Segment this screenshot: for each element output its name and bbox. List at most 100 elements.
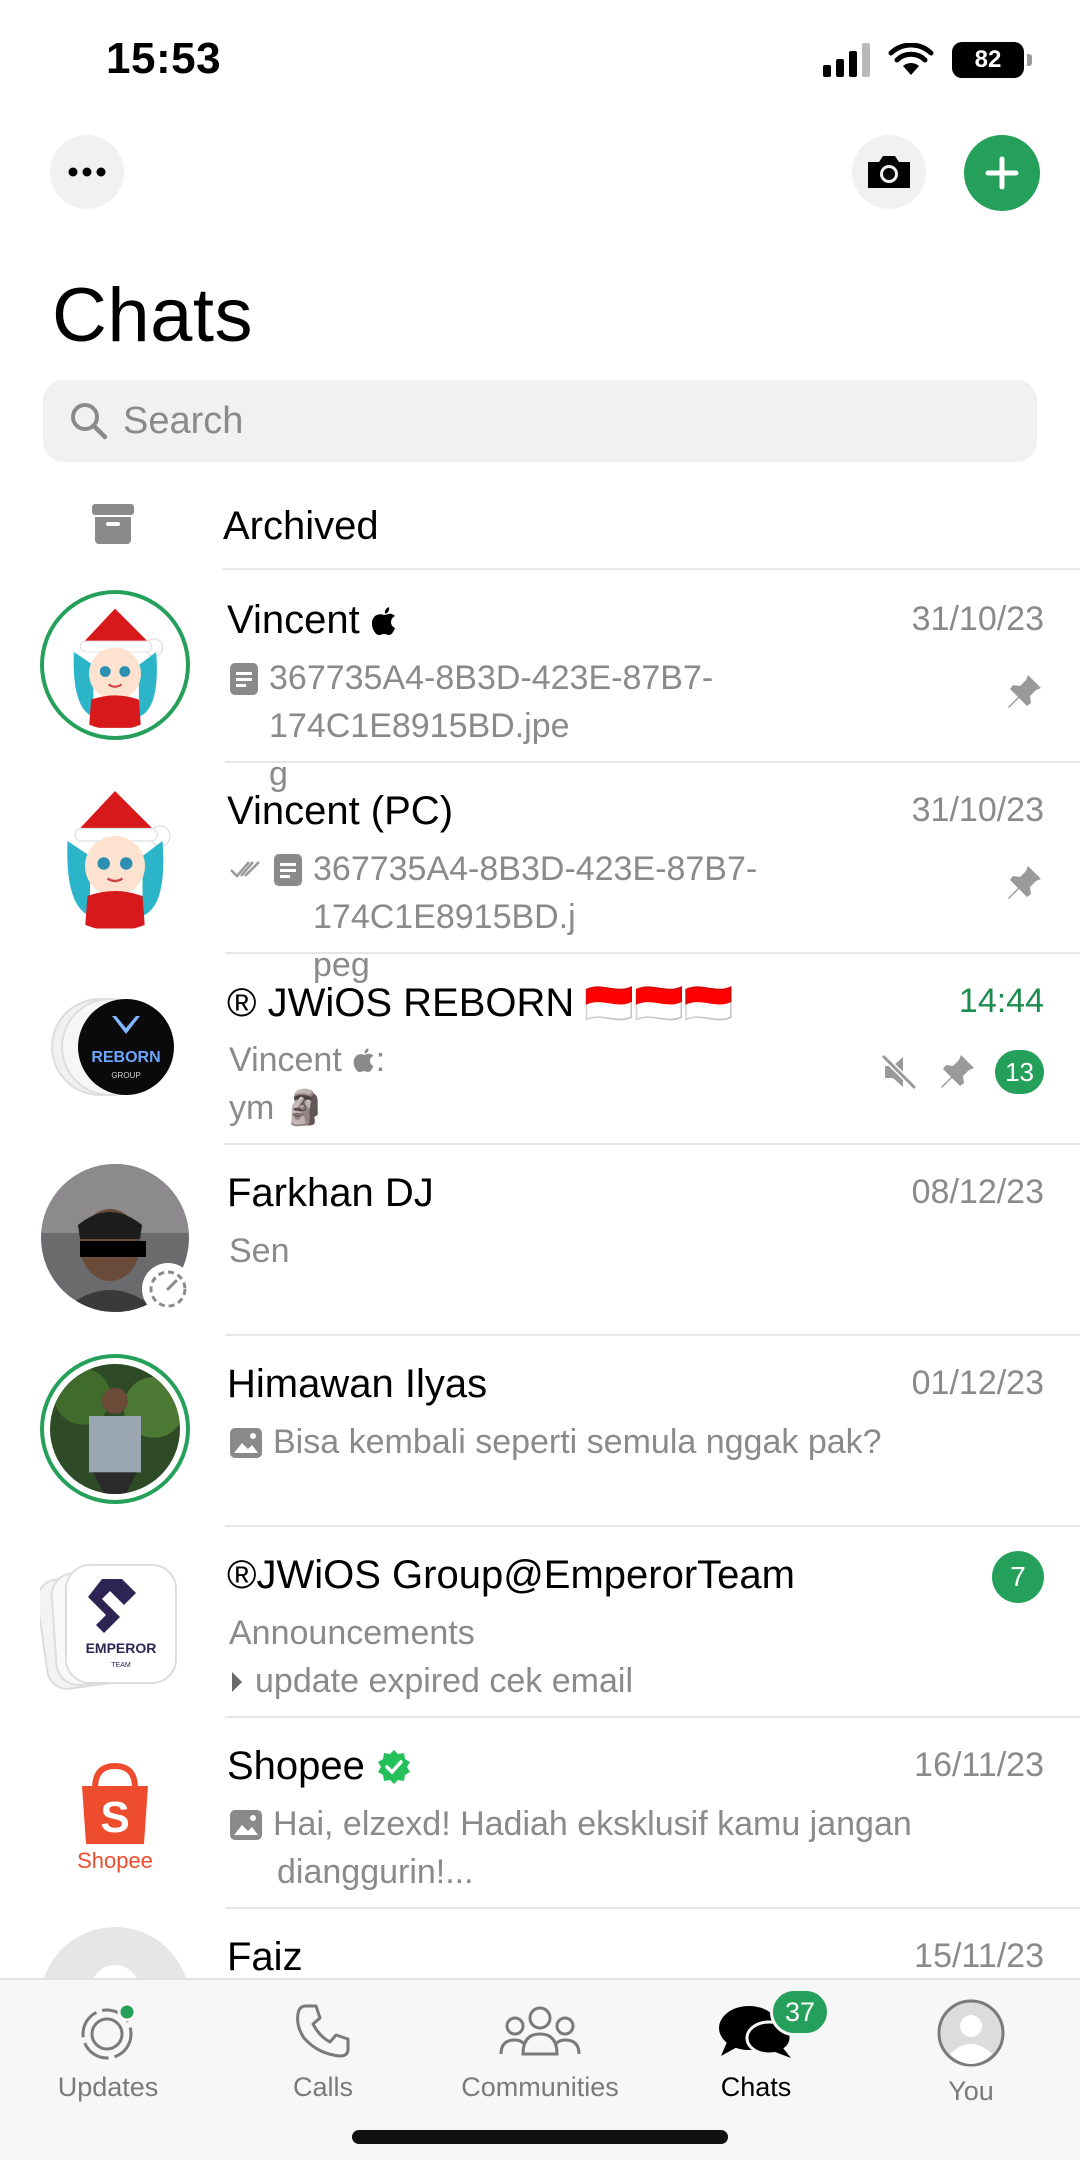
chat-name: Vincent (PC): [227, 789, 454, 833]
row-indicators: 7: [992, 1551, 1044, 1603]
plus-icon: [985, 156, 1019, 190]
chat-name: Farkhan DJ: [227, 1171, 434, 1215]
apple-logo-icon: [371, 606, 395, 635]
search-input[interactable]: Search: [43, 380, 1037, 462]
shopee-logo: S Shopee: [40, 1736, 190, 1886]
chat-name: Shopee: [227, 1744, 413, 1789]
archived-row[interactable]: Archived: [0, 484, 1080, 570]
new-chat-button[interactable]: [964, 135, 1040, 211]
svg-text:S: S: [100, 1793, 129, 1842]
chat-timestamp: 01/12/23: [911, 1364, 1044, 1402]
verified-badge-icon: [377, 1749, 410, 1784]
wifi-icon: [888, 43, 934, 75]
archived-label: Archived: [223, 504, 379, 548]
chat-name: Vincent: [227, 598, 398, 643]
chat-row-jwios-reborn[interactable]: REBORN GROUP ® JWiOS REBORN 🇮🇩🇮🇩🇮🇩 14:44…: [0, 954, 1080, 1145]
chat-timestamp: 31/10/23: [911, 600, 1044, 638]
chat-preview: Announcements update expired cek email: [229, 1609, 999, 1705]
status-bar: 15:53 82: [0, 0, 1080, 120]
avatar[interactable]: [40, 1927, 190, 1978]
svg-text:Shopee: Shopee: [77, 1848, 153, 1873]
avatar[interactable]: S Shopee: [40, 1736, 190, 1886]
chat-name: Faiz: [227, 1935, 303, 1978]
svg-text:REBORN: REBORN: [91, 1049, 160, 1066]
tab-communities[interactable]: Communities: [440, 1998, 640, 2103]
avatar[interactable]: [40, 781, 190, 931]
chat-timestamp: 16/11/23: [914, 1746, 1044, 1784]
chat-name: ®JWiOS Group@EmperorTeam: [227, 1553, 795, 1597]
chat-timestamp: 14:44: [958, 982, 1044, 1020]
document-icon: [274, 854, 302, 886]
chat-name: Himawan Ilyas: [227, 1362, 488, 1406]
communities-icon: [499, 2006, 581, 2056]
chat-timestamp: 08/12/23: [911, 1173, 1044, 1211]
avatar[interactable]: [40, 590, 190, 740]
top-actions: [0, 135, 1080, 215]
tab-label: Chats: [720, 2072, 792, 2102]
community-avatar[interactable]: REBORN GROUP: [40, 972, 190, 1122]
chat-row-shopee[interactable]: S Shopee Shopee 16/11/23 Hai, elzexd! Ha…: [0, 1718, 1080, 1909]
more-options-button[interactable]: [50, 135, 124, 209]
profile-photo: [50, 1364, 180, 1494]
chats-unread-badge: 37: [770, 1988, 830, 2036]
svg-text:GROUP: GROUP: [111, 1071, 140, 1080]
photo-icon: [230, 1810, 262, 1840]
svg-text:TEAM: TEAM: [111, 1662, 131, 1669]
photo-icon: [230, 1428, 262, 1458]
unread-badge: 7: [992, 1551, 1044, 1603]
status-ring-icon: [142, 1263, 194, 1315]
ellipsis-icon: [68, 167, 106, 177]
chat-timestamp: 31/10/23: [911, 791, 1044, 829]
row-indicators: [1004, 672, 1044, 712]
group-subtitle: Announcements: [229, 1614, 475, 1652]
chat-preview: Sen: [229, 1232, 290, 1270]
indonesian-flags: 🇮🇩🇮🇩🇮🇩: [584, 982, 734, 1026]
avatar[interactable]: [40, 1163, 194, 1315]
chat-name: ® JWiOS REBORN 🇮🇩🇮🇩🇮🇩: [227, 981, 734, 1026]
page-title: Chats: [52, 273, 254, 358]
anime-character-avatar: [40, 781, 190, 931]
default-avatar-icon: [93, 1965, 137, 1978]
document-icon: [230, 663, 258, 695]
status-icons: 82: [823, 42, 1032, 78]
tab-chats[interactable]: Chats 37: [656, 1988, 856, 2103]
chat-row-vincent[interactable]: Vincent 31/10/23 367735A4-8B3D-423E-87B7…: [0, 572, 1080, 793]
tab-label: Updates: [57, 2072, 159, 2102]
cellular-signal-icon: [823, 43, 870, 77]
updates-icon: [81, 2002, 137, 2060]
profile-icon: [937, 1999, 1005, 2067]
chat-row-farkhan-dj[interactable]: Farkhan DJ 08/12/23 Sen: [0, 1145, 1080, 1336]
chat-timestamp: 15/11/23: [914, 1937, 1044, 1975]
status-time: 15:53: [106, 34, 222, 83]
tab-label: Calls: [292, 2072, 353, 2102]
emperor-team-logo: EMPEROR TEAM: [36, 1564, 177, 1690]
muted-icon: [880, 1053, 918, 1091]
camera-button[interactable]: [852, 135, 926, 209]
phone-icon: [296, 2004, 350, 2058]
double-check-icon: [230, 861, 260, 878]
sender-name: Vincent: [229, 1041, 342, 1079]
search-icon: [71, 403, 108, 440]
tab-updates[interactable]: Updates: [8, 1998, 208, 2103]
chat-row-faiz[interactable]: Faiz 15/11/23: [0, 1909, 1080, 1978]
reborn-group-logo: REBORN GROUP: [51, 998, 174, 1096]
chat-row-vincent-pc[interactable]: Vincent (PC) 31/10/23 367735A4-8B3D-423E…: [0, 763, 1080, 984]
community-avatar[interactable]: EMPEROR TEAM: [36, 1545, 190, 1695]
svg-text:EMPEROR: EMPEROR: [86, 1640, 157, 1656]
tab-calls[interactable]: Calls: [223, 1998, 423, 2103]
camera-icon: [868, 156, 910, 188]
archive-box-icon: [92, 504, 134, 544]
row-indicators: 13: [879, 1050, 1044, 1094]
avatar[interactable]: [40, 1354, 190, 1504]
chat-row-jwios-group-emperorteam[interactable]: EMPEROR TEAM ®JWiOS Group@EmperorTeam 7 …: [0, 1527, 1080, 1718]
pin-icon: [1008, 675, 1041, 708]
tab-you[interactable]: You: [871, 1998, 1071, 2107]
pin-icon: [1008, 866, 1041, 899]
battery-icon: 82: [952, 42, 1032, 78]
chat-row-himawan-ilyas[interactable]: Himawan Ilyas 01/12/23 Bisa kembali sepe…: [0, 1336, 1080, 1527]
chat-list: Vincent 31/10/23 367735A4-8B3D-423E-87B7…: [0, 572, 1080, 1978]
search-placeholder: Search: [123, 399, 244, 442]
tab-label: Communities: [461, 2072, 619, 2102]
home-indicator: [352, 2130, 728, 2144]
row-indicators: [1004, 863, 1044, 903]
